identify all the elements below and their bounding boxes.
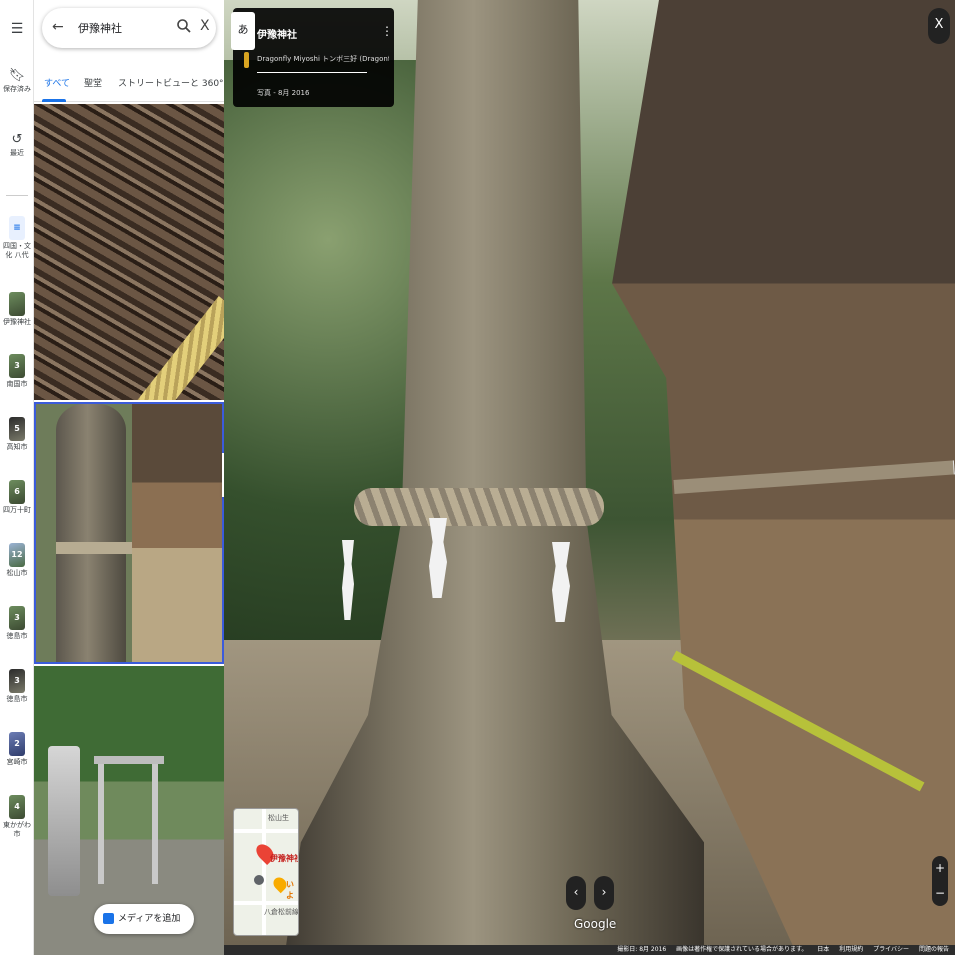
recent-item-label: 四国・文化 八代 xyxy=(3,242,31,259)
zoom-in-button[interactable]: + xyxy=(932,856,948,881)
recent-thumbnail: 6 xyxy=(9,480,25,504)
menu-icon: ☰ xyxy=(10,21,24,37)
google-logo: Google xyxy=(574,917,617,931)
add-media-label: メディアを追加 xyxy=(118,914,181,924)
rope-decoration xyxy=(95,295,224,400)
side-panel: ← 伊豫神社 X すべて 聖堂 ストリートビューと 360° ビュー メディアを… xyxy=(34,0,253,955)
photo-thumbnail-tree-selected[interactable] xyxy=(34,402,224,664)
recent-item[interactable]: 4 東かがわ市 xyxy=(0,795,34,839)
map-lower-label: 八倉松前線 xyxy=(264,908,299,916)
map-yellow-label: いよ xyxy=(286,880,294,900)
camera-icon xyxy=(103,913,114,924)
recent-item-label: 伊豫神社 xyxy=(3,318,31,326)
recent-item[interactable]: 3 南国市 xyxy=(0,354,34,389)
map-road xyxy=(234,829,298,833)
recent-item[interactable]: 5 高知市 xyxy=(0,417,34,452)
recent-item-label: 徳島市 xyxy=(6,695,28,703)
shimenawa-rope xyxy=(354,488,604,526)
list-icon: ≡ xyxy=(9,216,25,240)
close-street-view-button[interactable]: X xyxy=(928,8,950,44)
torii-pillar xyxy=(98,764,104,884)
report-link[interactable]: 問題の報告 xyxy=(919,946,949,953)
photo-tabs: すべて 聖堂 ストリートビューと 360° ビュー xyxy=(34,64,253,102)
close-icon: X xyxy=(934,17,944,32)
recent-thumbnail xyxy=(9,292,25,316)
back-arrow-icon[interactable]: ← xyxy=(52,19,64,35)
map-place-name: 伊豫神社 xyxy=(270,854,299,863)
chevron-left-icon: ‹ xyxy=(573,885,579,899)
recent-thumbnail: 3 xyxy=(9,606,25,630)
street-view-viewer[interactable] xyxy=(224,0,955,945)
contributor-pin-icon xyxy=(244,52,249,68)
recent-item[interactable]: 3 徳島市 xyxy=(0,606,34,641)
minimap[interactable]: 松山生 伊豫神社 いよ 八倉松前線 xyxy=(233,808,299,936)
copyright-notice: 画像は著作権で保護されている場合があります。 xyxy=(676,946,808,953)
country-link[interactable]: 日本 xyxy=(817,946,829,953)
recent-thumbnail: 3 xyxy=(9,669,25,693)
more-options-icon[interactable]: ⋮ xyxy=(381,24,393,38)
chevron-right-icon: › xyxy=(601,885,607,899)
menu-button[interactable]: ☰ xyxy=(0,18,34,37)
recent-item[interactable]: 6 四万十町 xyxy=(0,480,34,515)
terms-link[interactable]: 利用規約 xyxy=(839,946,863,953)
recent-thumbnail: 4 xyxy=(9,795,25,819)
search-icon[interactable] xyxy=(176,18,192,34)
photo-thumbnail-carving[interactable] xyxy=(34,104,224,400)
shrine-building xyxy=(132,404,222,662)
add-media-button[interactable]: メディアを追加 xyxy=(94,904,194,934)
contributor-name[interactable]: Dragonfly Miyoshi トンボ三好 (Dragonfl_ xyxy=(257,54,389,64)
card-divider xyxy=(257,72,367,73)
footer-bar: 撮影日: 8月 2016 画像は著作権で保護されている場合があります。 日本 利… xyxy=(224,945,955,955)
language-button[interactable]: あ xyxy=(231,12,255,50)
recent-item-label: 四万十町 xyxy=(3,506,31,514)
recent-item-label: 宮崎市 xyxy=(6,758,28,766)
tab-shrine[interactable]: 聖堂 xyxy=(84,76,102,89)
recent-item[interactable]: 3 徳島市 xyxy=(0,669,34,704)
recent-thumbnail: 12 xyxy=(9,543,25,567)
current-view-marker xyxy=(254,875,264,885)
recent-item-label: 東かがわ市 xyxy=(3,821,31,838)
privacy-link[interactable]: プライバシー xyxy=(873,946,909,953)
recent-item[interactable]: 伊豫神社 xyxy=(0,292,34,327)
zoom-control: + − xyxy=(932,856,948,906)
clear-search-icon[interactable]: X xyxy=(200,18,210,34)
sacred-rope xyxy=(56,542,136,554)
recent-item-label: 高知市 xyxy=(6,443,28,451)
saved-label: 保存済み xyxy=(3,85,31,93)
map-road-label: 松山生 xyxy=(268,814,289,822)
stone-lantern xyxy=(48,746,80,896)
recent-thumbnail: 2 xyxy=(9,732,25,756)
recent-thumbnail: 3 xyxy=(9,354,25,378)
search-box[interactable]: ← 伊豫神社 X xyxy=(42,8,216,48)
recent-item-label: 南国市 xyxy=(6,380,28,388)
next-photo-button[interactable]: › xyxy=(594,876,614,910)
search-input[interactable]: 伊豫神社 xyxy=(78,20,122,36)
torii-gate xyxy=(94,756,164,764)
map-road xyxy=(234,901,298,905)
place-title[interactable]: 伊豫神社 xyxy=(257,26,297,41)
photo-date: 写真 - 8月 2016 xyxy=(257,89,310,97)
bookmark-icon: 🔖︎ xyxy=(8,68,26,83)
zoom-out-button[interactable]: − xyxy=(932,881,948,906)
history-icon: ↺ xyxy=(11,132,23,147)
place-info-card: あ 伊豫神社 ⋮ Dragonfly Miyoshi トンボ三好 (Dragon… xyxy=(231,8,394,107)
recent-item-label: 松山市 xyxy=(6,569,28,577)
tab-all[interactable]: すべて xyxy=(44,76,70,89)
recent-item-label: 徳島市 xyxy=(6,632,28,640)
previous-photo-button[interactable]: ‹ xyxy=(566,876,586,910)
tree-trunk xyxy=(56,404,126,662)
recent-button[interactable]: ↺ 最近 xyxy=(0,128,34,158)
capture-date: 撮影日: 8月 2016 xyxy=(617,946,667,953)
recent-item[interactable]: ≡ 四国・文化 八代 xyxy=(0,216,34,260)
rail-divider xyxy=(6,195,28,196)
left-rail: ☰ 🔖︎ 保存済み ↺ 最近 ≡ 四国・文化 八代伊豫神社 3 南国市 5 高知市 6 四万十… xyxy=(0,0,34,955)
recent-label: 最近 xyxy=(10,149,24,157)
saved-button[interactable]: 🔖︎ 保存済み xyxy=(0,64,34,94)
torii-pillar xyxy=(152,764,158,884)
recent-thumbnail: 5 xyxy=(9,417,25,441)
active-tab-underline xyxy=(42,99,66,102)
recent-item[interactable]: 2 宮崎市 xyxy=(0,732,34,767)
recent-item[interactable]: 12 松山市 xyxy=(0,543,34,578)
